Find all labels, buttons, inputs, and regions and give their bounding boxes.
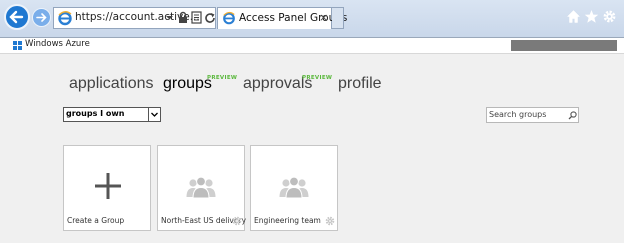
home-icon[interactable] [566, 9, 581, 24]
address-bar[interactable]: https://account.active... [53, 7, 216, 29]
star-favorites-icon[interactable] [584, 9, 599, 24]
search-placeholder: Search groups [489, 110, 547, 119]
chevron-down-icon [151, 112, 158, 117]
create-group-tile[interactable]: Create a Group [63, 145, 151, 231]
select-value: groups I own [66, 109, 125, 118]
gear-icon[interactable] [325, 216, 335, 226]
select-arrow[interactable] [148, 108, 160, 121]
refresh-icon[interactable] [204, 12, 216, 24]
preview-badge: PREVIEW [207, 75, 238, 81]
tab-access-panel-groups[interactable]: Access Panel Groups × [217, 7, 347, 29]
close-icon[interactable]: × [319, 11, 328, 24]
windows-logo-icon [13, 41, 22, 50]
back-button[interactable] [4, 4, 30, 30]
brand-name: Windows Azure [25, 39, 90, 49]
azure-header: Windows Azure [0, 38, 624, 54]
nav-profile[interactable]: profile [338, 75, 382, 93]
nav-groups[interactable]: groups [163, 75, 212, 93]
ie-logo-icon [223, 11, 235, 25]
nav-applications[interactable]: applications [69, 75, 154, 93]
tile-label: Create a Group [67, 216, 125, 225]
new-tab-button[interactable] [332, 7, 344, 29]
lock-icon[interactable] [178, 11, 188, 24]
ie-logo-icon [58, 11, 72, 26]
arrow-left-icon [9, 10, 24, 24]
search-icon[interactable] [568, 111, 577, 120]
browser-toolbar: https://account.active... Access Panel G… [0, 0, 624, 38]
preview-badge: PREVIEW [302, 75, 333, 81]
search-groups-input[interactable]: Search groups [486, 107, 579, 123]
user-account-area[interactable] [511, 40, 617, 51]
plus-icon [95, 173, 121, 199]
group-people-icon [186, 176, 216, 198]
forward-button[interactable] [32, 8, 51, 27]
group-people-icon [279, 176, 309, 198]
groups-filter-select[interactable]: groups I own [63, 107, 161, 122]
compatibility-view-icon[interactable] [191, 11, 202, 24]
gear-settings-icon[interactable] [602, 9, 617, 24]
gear-icon[interactable] [232, 216, 242, 226]
chevron-down-icon[interactable] [165, 13, 174, 22]
group-tile[interactable]: Engineering team [250, 145, 338, 231]
tile-label: Engineering team [254, 216, 321, 225]
group-tile[interactable]: North-East US delivery [157, 145, 246, 231]
arrow-right-icon [36, 13, 47, 22]
